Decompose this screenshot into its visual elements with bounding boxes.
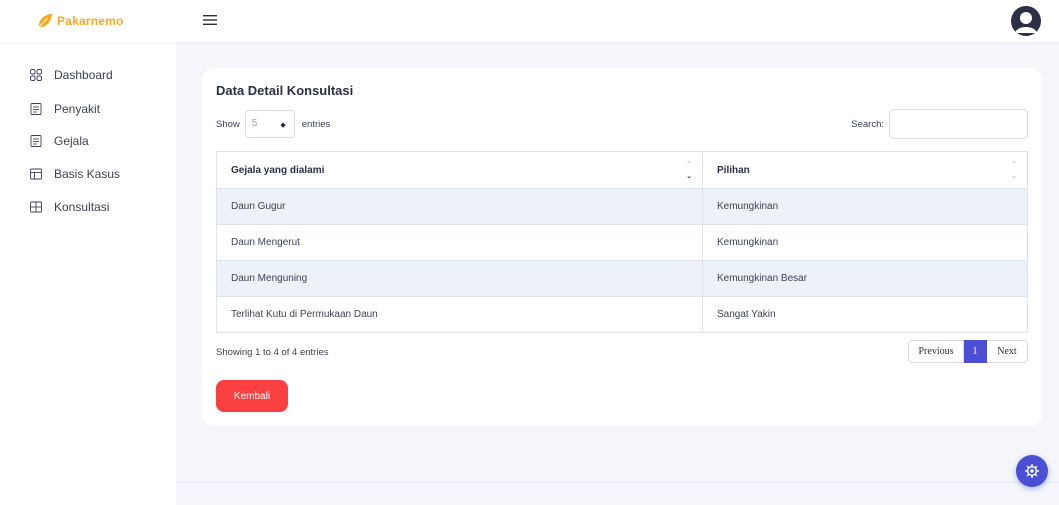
detail-konsultasi-card: Data Detail Konsultasi Show 5 ◆ entries …: [202, 68, 1042, 426]
table-cell: Sangat Yakin: [702, 296, 1028, 333]
updown-caret-icon: ◆: [280, 122, 286, 129]
table-cell: Terlihat Kutu di Permukaan Daun: [216, 296, 703, 333]
sidebar-item-gejala[interactable]: Gejala: [30, 132, 89, 150]
sidebar-item-basis-kasus[interactable]: Basis Kasus: [30, 165, 120, 183]
search-label: Search:: [851, 118, 884, 130]
length-menu-prefix: Show: [216, 118, 240, 130]
document-icon: [30, 103, 42, 115]
sidebar-item-dashboard[interactable]: Dashboard: [30, 66, 113, 84]
footer-divider: [176, 482, 1059, 483]
table-cell: Daun Gugur: [216, 188, 703, 225]
table-row: Daun Gugur Kemungkinan: [216, 188, 1028, 225]
search-input[interactable]: [889, 109, 1028, 139]
next-page-button[interactable]: Next: [987, 340, 1028, 363]
user-icon: [1015, 12, 1037, 33]
table-cell: Kemungkinan Besar: [702, 260, 1028, 297]
leaf-icon: [38, 13, 53, 28]
sort-icon: ⌃ ⌄: [686, 161, 692, 180]
sidebar: Dashboard Penyakit Gejala Basis Kasus Ko…: [0, 42, 176, 505]
entries-per-page-select[interactable]: 5 ◆: [244, 110, 295, 138]
page-1-button[interactable]: 1: [964, 340, 987, 363]
user-avatar[interactable]: [1011, 6, 1041, 36]
back-button[interactable]: Kembali: [216, 380, 288, 412]
gear-icon: [1025, 464, 1039, 478]
table-row: Daun Mengerut Kemungkinan: [216, 224, 1028, 261]
sidebar-item-label: Basis Kasus: [54, 167, 121, 181]
table-cell: Daun Menguning: [216, 260, 703, 297]
previous-page-button[interactable]: Previous: [908, 340, 964, 363]
table-info: Showing 1 to 4 of 4 entries: [216, 347, 329, 358]
table-cell: Daun Mengerut: [216, 224, 703, 261]
document-icon: [30, 135, 42, 147]
sidebar-item-label: Penyakit: [54, 102, 101, 116]
top-navbar: Pakarnemo: [0, 0, 1059, 42]
brand-name: Pakarnemo: [57, 14, 124, 28]
sidebar-item-label: Gejala: [54, 134, 89, 148]
sidebar-item-penyakit[interactable]: Penyakit: [30, 100, 100, 118]
pagination: Previous 1 Next: [908, 340, 1028, 363]
brand-logo[interactable]: Pakarnemo: [36, 11, 124, 31]
table-icon: [30, 168, 42, 180]
table-cell: Kemungkinan: [702, 224, 1028, 261]
sort-icon: ⌃ ⌄: [1011, 161, 1017, 180]
sidebar-item-konsultasi[interactable]: Konsultasi: [30, 198, 109, 216]
column-header-gejala[interactable]: Gejala yang dialami ⌃ ⌄: [216, 151, 703, 189]
column-header-pilihan[interactable]: Pilihan ⌃ ⌄: [702, 151, 1028, 189]
konsultasi-table: Gejala yang dialami ⌃ ⌄ Pilihan ⌃ ⌄ Daun G…: [216, 151, 1028, 333]
sidebar-item-label: Dashboard: [54, 68, 113, 82]
card-title: Data Detail Konsultasi: [216, 83, 354, 98]
grid-icon: [30, 69, 42, 81]
length-menu-suffix: entries: [301, 118, 331, 130]
table-search: Search:: [851, 109, 1028, 139]
table-row: Terlihat Kutu di Permukaan Daun Sangat Y…: [216, 296, 1028, 333]
table-grid-icon: [30, 201, 42, 213]
menu-toggle-icon[interactable]: [203, 13, 217, 27]
sidebar-item-label: Konsultasi: [54, 200, 110, 214]
length-menu: Show 5 ◆ entries: [216, 109, 330, 139]
entries-per-page-value: 5: [251, 118, 258, 129]
table-cell: Kemungkinan: [702, 188, 1028, 225]
settings-button[interactable]: [1016, 455, 1048, 487]
table-row: Daun Menguning Kemungkinan Besar: [216, 260, 1028, 297]
